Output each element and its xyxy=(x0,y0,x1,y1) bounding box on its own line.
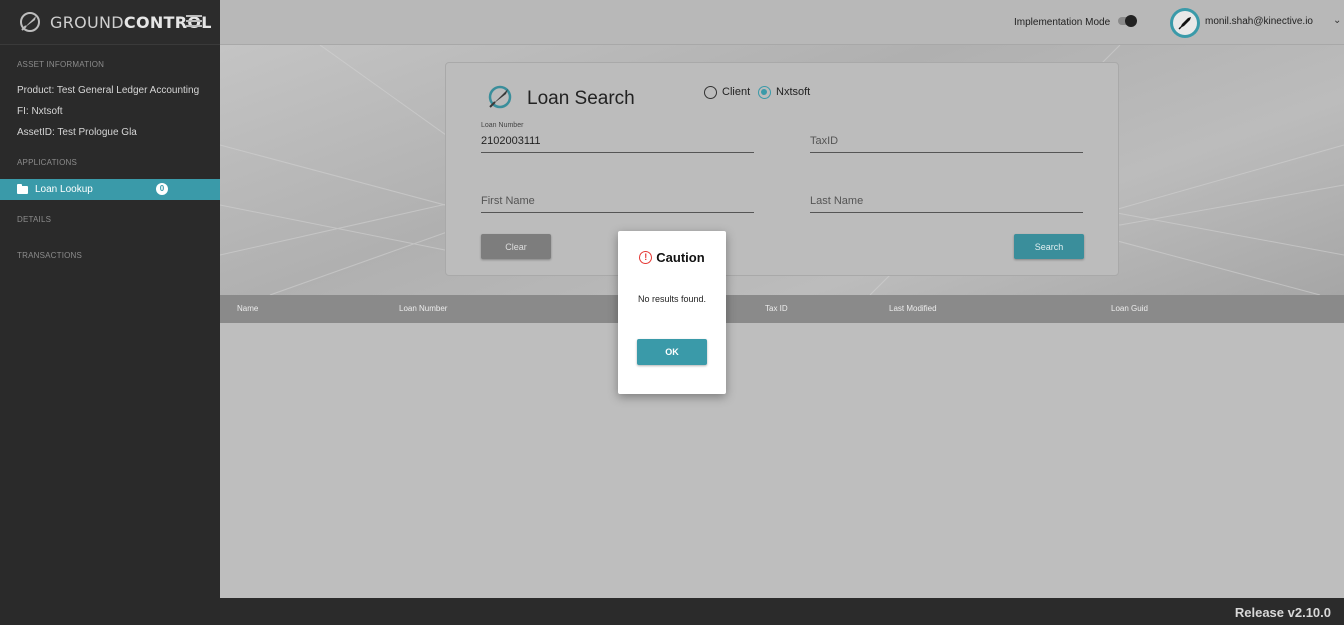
implementation-mode-toggle[interactable] xyxy=(1115,15,1137,27)
last-name-field[interactable]: Last Name xyxy=(810,193,1083,213)
footer: Release v2.10.0 xyxy=(220,598,1344,625)
loan-number-value: 2102003111 xyxy=(481,135,541,147)
sidebar-item-label: Loan Lookup xyxy=(35,184,93,195)
sidebar: GROUNDCONTROL ASSET INFORMATION Product:… xyxy=(0,0,220,625)
taxid-field[interactable]: TaxID xyxy=(810,133,1083,153)
dialog-title: Caution xyxy=(656,250,705,265)
rocket-swirl-icon xyxy=(488,85,512,109)
nxtsoft-radio[interactable] xyxy=(758,86,771,99)
details-heading[interactable]: DETAILS xyxy=(0,215,51,224)
last-name-placeholder: Last Name xyxy=(810,195,864,207)
column-header-loan-guid[interactable]: Loan Guid xyxy=(1111,304,1148,313)
client-radio-label: Client xyxy=(722,86,751,98)
user-email[interactable]: monil.shah@kinective.io xyxy=(1205,16,1313,27)
first-name-placeholder: First Name xyxy=(481,195,535,207)
hamburger-menu-icon[interactable] xyxy=(186,15,202,29)
column-header-tax-id[interactable]: Tax ID xyxy=(765,304,788,313)
column-header-last-modified[interactable]: Last Modified xyxy=(889,304,937,313)
dialog-message: No results found. xyxy=(637,294,707,304)
implementation-mode-label: Implementation Mode xyxy=(1014,17,1111,28)
folder-icon xyxy=(17,183,28,194)
transactions-heading[interactable]: TRANSACTIONS xyxy=(0,251,82,260)
column-header-loan-number[interactable]: Loan Number xyxy=(399,304,447,313)
clear-button[interactable]: Clear xyxy=(481,234,551,259)
column-header-name[interactable]: Name xyxy=(237,304,258,313)
rocket-swirl-icon xyxy=(20,12,40,32)
page-title: Loan Search xyxy=(527,88,635,109)
ok-button[interactable]: OK xyxy=(637,339,707,365)
nxtsoft-radio-label: Nxtsoft xyxy=(776,86,811,98)
rocket-icon xyxy=(1178,17,1191,30)
client-radio[interactable] xyxy=(704,86,717,99)
applications-heading: APPLICATIONS xyxy=(17,158,78,167)
chevron-down-icon[interactable]: ⌄ xyxy=(1333,15,1341,26)
search-button[interactable]: Search xyxy=(1014,234,1084,259)
loan-number-label: Loan Number xyxy=(481,122,524,129)
taxid-placeholder: TaxID xyxy=(810,135,839,147)
top-header: Implementation Mode monil.shah@kinective… xyxy=(220,0,1344,45)
avatar[interactable] xyxy=(1170,8,1200,38)
asset-info-heading: ASSET INFORMATION xyxy=(17,60,105,69)
release-version: Release v2.10.0 xyxy=(1234,605,1331,620)
dialog-title-row: ! Caution xyxy=(618,250,726,265)
asset-id-info: AssetID: Test Prologue Gla xyxy=(17,127,137,138)
fi-info: FI: Nxtsoft xyxy=(17,106,63,117)
caution-dialog: ! Caution No results found. OK xyxy=(618,231,726,394)
sidebar-item-loan-lookup[interactable]: Loan Lookup 0 xyxy=(0,179,220,200)
results-table-body xyxy=(220,323,1344,598)
warning-icon: ! xyxy=(639,251,653,264)
loan-number-field[interactable]: Loan Number 2102003111 xyxy=(481,122,754,153)
count-badge: 0 xyxy=(156,183,168,195)
product-info: Product: Test General Ledger Accounting xyxy=(17,85,200,96)
loan-search-card: Loan Search Client Nxtsoft Loan Number 2… xyxy=(445,62,1119,276)
results-table-header: Name Loan Number Tax ID Last Modified Lo… xyxy=(220,295,1344,323)
first-name-field[interactable]: First Name xyxy=(481,193,754,213)
